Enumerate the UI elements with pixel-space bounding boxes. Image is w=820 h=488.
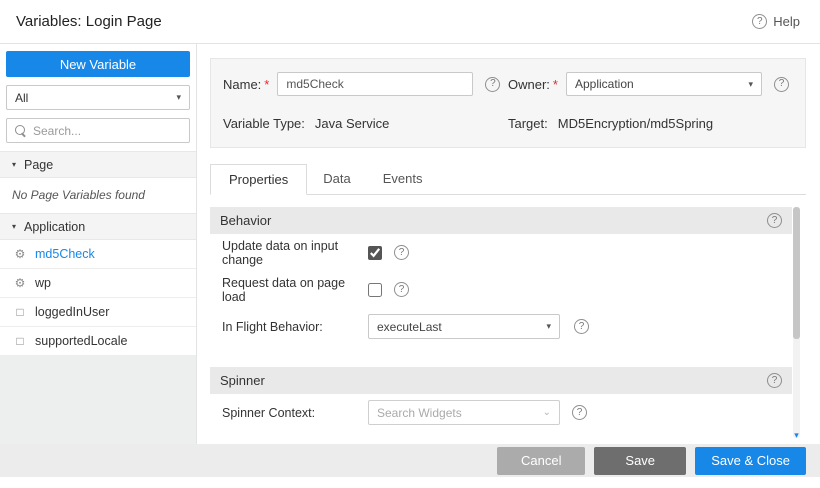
- required-marker: *: [553, 77, 558, 92]
- scroll-down-icon[interactable]: ▾: [794, 431, 799, 440]
- section-spinner: Spinner ?: [210, 367, 792, 394]
- search-input[interactable]: [33, 124, 181, 138]
- variable-item-label: wp: [35, 276, 51, 290]
- property-row-spinner-context: Spinner Context: Search Widgets ⌄ ?: [210, 394, 792, 431]
- property-label: Request data on page load: [222, 276, 368, 304]
- name-help-icon[interactable]: ?: [485, 77, 500, 92]
- spinner-help-icon[interactable]: ?: [767, 373, 782, 388]
- page-title: Variables: Login Page: [16, 13, 162, 30]
- request-data-checkbox[interactable]: [368, 283, 382, 297]
- empty-page-variables-message: No Page Variables found: [0, 178, 196, 213]
- tab-properties[interactable]: Properties: [210, 164, 307, 195]
- chevron-down-icon: ▾: [546, 321, 551, 332]
- variable-type-value: Java Service: [315, 116, 389, 131]
- required-marker: *: [264, 77, 269, 92]
- variable-item-loggedinuser[interactable]: □ loggedInUser: [0, 298, 196, 327]
- properties-panel: Behavior ? Update data on input change ?…: [210, 207, 806, 444]
- variable-summary-panel: Name: * ? Owner: * Application ▾ ?: [210, 58, 806, 148]
- section-behavior-title: Behavior: [220, 213, 271, 228]
- tree-open-icon: ▾: [12, 222, 16, 231]
- help-label: Help: [773, 14, 800, 29]
- cancel-button[interactable]: Cancel: [497, 447, 585, 475]
- dialog-body: New Variable All ▾ ▾ Page No Page Variab…: [0, 44, 820, 444]
- tree-group-application[interactable]: ▾ Application: [0, 213, 196, 240]
- search-icon: [15, 125, 27, 137]
- in-flight-behavior-value: executeLast: [377, 320, 442, 334]
- save-button[interactable]: Save: [594, 447, 686, 475]
- help-button[interactable]: ? Help: [752, 14, 800, 29]
- property-row-request-data: Request data on page load ?: [210, 271, 792, 308]
- tab-data[interactable]: Data: [307, 164, 366, 194]
- variable-item-label: loggedInUser: [35, 305, 109, 319]
- request-data-help-icon[interactable]: ?: [394, 282, 409, 297]
- sidebar: New Variable All ▾ ▾ Page No Page Variab…: [0, 44, 197, 444]
- section-behavior: Behavior ?: [210, 207, 792, 234]
- owner-help-icon[interactable]: ?: [774, 77, 789, 92]
- variable-filter-select[interactable]: All ▾: [6, 85, 190, 110]
- chevron-down-icon: ▾: [176, 92, 181, 103]
- combo-chevron-icon: ⌄: [543, 407, 551, 418]
- service-variable-icon: ⚙: [13, 276, 27, 290]
- tree-open-icon: ▾: [12, 160, 16, 169]
- property-label: In Flight Behavior:: [222, 320, 368, 334]
- target-label: Target:: [508, 116, 548, 131]
- variable-item-label: md5Check: [35, 247, 95, 261]
- property-label: Spinner Context:: [222, 406, 368, 420]
- spinner-context-placeholder: Search Widgets: [377, 406, 462, 420]
- owner-label: Owner:: [508, 77, 550, 92]
- variable-item-supportedlocale[interactable]: □ supportedLocale: [0, 327, 196, 356]
- in-flight-behavior-help-icon[interactable]: ?: [574, 319, 589, 334]
- main-panel: Name: * ? Owner: * Application ▾ ?: [197, 44, 820, 444]
- tree-group-page-label: Page: [24, 158, 53, 172]
- variable-filter-value: All: [15, 91, 28, 105]
- search-box[interactable]: [6, 118, 190, 143]
- spinner-context-help-icon[interactable]: ?: [572, 405, 587, 420]
- section-spinner-title: Spinner: [220, 373, 265, 388]
- owner-select[interactable]: Application ▾: [566, 72, 762, 96]
- variable-item-wp[interactable]: ⚙ wp: [0, 269, 196, 298]
- in-flight-behavior-select[interactable]: executeLast ▾: [368, 314, 560, 339]
- help-icon: ?: [752, 14, 767, 29]
- tree-group-page[interactable]: ▾ Page: [0, 151, 196, 178]
- service-variable-icon: ⚙: [13, 247, 27, 261]
- save-and-close-button[interactable]: Save & Close: [695, 447, 806, 475]
- scrollbar-thumb[interactable]: [793, 207, 800, 339]
- property-label: Update data on input change: [222, 239, 368, 267]
- new-variable-button[interactable]: New Variable: [6, 51, 190, 77]
- variable-item-label: supportedLocale: [35, 334, 127, 348]
- vertical-scrollbar[interactable]: ▾: [793, 207, 800, 438]
- property-row-in-flight-behavior: In Flight Behavior: executeLast ▾ ?: [210, 308, 792, 345]
- variable-type-label: Variable Type:: [223, 116, 305, 131]
- target-value: MD5Encryption/md5Spring: [558, 116, 713, 131]
- owner-value: Application: [575, 77, 634, 91]
- static-variable-icon: □: [13, 305, 27, 319]
- variable-item-md5check[interactable]: ⚙ md5Check: [0, 240, 196, 269]
- footer: Cancel Save Save & Close: [0, 444, 820, 488]
- sidebar-filler: [0, 356, 196, 444]
- name-label: Name:: [223, 77, 261, 92]
- behavior-help-icon[interactable]: ?: [767, 213, 782, 228]
- static-variable-icon: □: [13, 334, 27, 348]
- footer-bar: Cancel Save Save & Close: [0, 444, 820, 477]
- name-input[interactable]: [277, 72, 473, 96]
- property-row-update-data: Update data on input change ?: [210, 234, 792, 271]
- update-data-checkbox[interactable]: [368, 246, 382, 260]
- chevron-down-icon: ▾: [748, 79, 753, 90]
- header: Variables: Login Page ? Help: [0, 0, 820, 44]
- update-data-help-icon[interactable]: ?: [394, 245, 409, 260]
- variables-dialog: Variables: Login Page ? Help New Variabl…: [0, 0, 820, 488]
- tab-bar: Properties Data Events: [210, 164, 806, 195]
- spinner-context-combo[interactable]: Search Widgets ⌄: [368, 400, 560, 425]
- tree-group-application-label: Application: [24, 220, 85, 234]
- tab-events[interactable]: Events: [367, 164, 439, 194]
